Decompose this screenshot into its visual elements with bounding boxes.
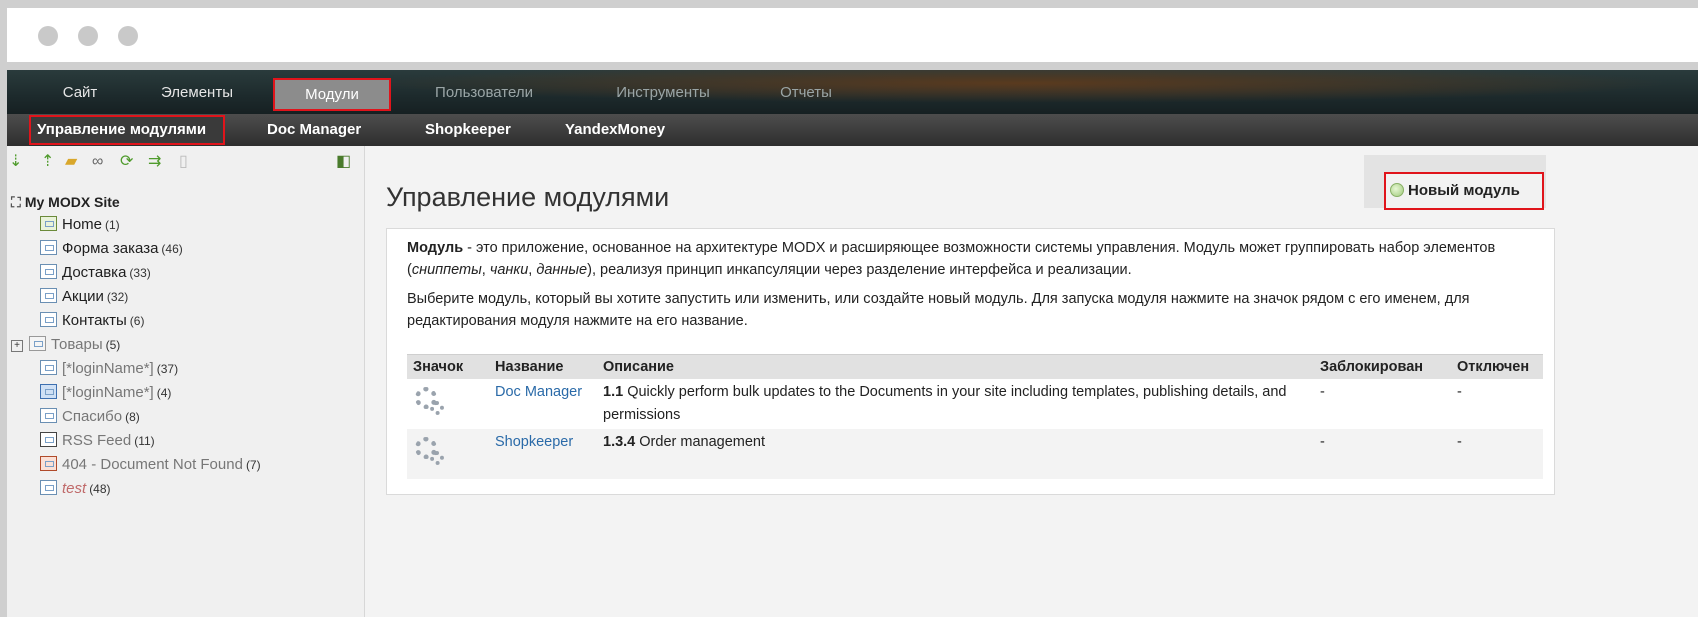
tree-item[interactable]: Спасибо (8): [40, 408, 140, 425]
col-locked[interactable]: Заблокирован: [1314, 354, 1451, 379]
main-content: Управление модулями Новый модуль Модуль …: [365, 146, 1698, 617]
sort-icon[interactable]: ⇉: [148, 152, 161, 172]
window-minimize-dot[interactable]: [78, 26, 98, 46]
document-icon: [40, 288, 57, 303]
tree-item[interactable]: Контакты (6): [40, 312, 144, 329]
new-module-button[interactable]: Новый модуль: [1384, 172, 1544, 210]
subnav-yandexmoney[interactable]: YandexMoney: [565, 114, 665, 146]
document-icon: [40, 240, 57, 255]
topnav-tools[interactable]: Инструменты: [593, 80, 733, 106]
action-bar: Новый модуль: [1364, 155, 1546, 210]
document-icon: [40, 360, 57, 375]
intro-paragraph-2: Выберите модуль, который вы хотите запус…: [407, 291, 1470, 329]
home-icon: [40, 216, 57, 231]
resource-tree-sidebar: ⇣ ⇡ ▰ ∞ ⟳ ⇉ ▯ ◧ ⛶ My MODX Site Home (1) Фо…: [7, 146, 365, 617]
row-icon-cell: [407, 379, 489, 429]
browser-frame: Сайт Элементы Модули Пользователи Инстру…: [0, 0, 1698, 617]
table-row: Doc Manager 1.1 Quickly perform bulk upd…: [407, 379, 1543, 429]
topnav-elements[interactable]: Элементы: [142, 80, 252, 106]
tree-item-home[interactable]: Home (1): [40, 216, 120, 233]
trash-icon[interactable]: ▯: [179, 152, 188, 172]
row-locked-cell: -: [1314, 429, 1451, 479]
run-module-gear-icon[interactable]: [413, 431, 447, 469]
folder-icon: [29, 336, 46, 351]
code-icon: [40, 432, 57, 447]
row-description-cell: 1.3.4 Order management: [597, 429, 1314, 479]
row-name-cell: Shopkeeper: [489, 429, 597, 479]
run-module-gear-icon[interactable]: [413, 381, 447, 419]
modules-table: Значок Название Описание Заблокирован От…: [407, 354, 1543, 479]
window-maximize-dot[interactable]: [118, 26, 138, 46]
add-icon: [1390, 183, 1404, 197]
arrow-up-icon[interactable]: ⇡: [41, 152, 54, 172]
tree-item[interactable]: [*loginName*] (4): [40, 384, 171, 401]
document-icon: [40, 312, 57, 327]
modules-panel: Модуль - это приложение, основанное на а…: [386, 228, 1555, 495]
tree-item[interactable]: Доставка (33): [40, 264, 151, 281]
tree-item[interactable]: [*loginName*] (37): [40, 360, 178, 377]
module-name-link[interactable]: Shopkeeper: [495, 434, 573, 450]
topnav-users[interactable]: Пользователи: [414, 80, 554, 106]
new-module-label: Новый модуль: [1408, 182, 1520, 199]
document-icon: [40, 264, 57, 279]
topnav-reports[interactable]: Отчеты: [771, 80, 841, 106]
intro-paragraph-1: Модуль - это приложение, основанное на а…: [407, 240, 1496, 278]
row-disabled-cell: -: [1457, 384, 1462, 400]
error-404-icon: [40, 456, 57, 471]
row-disabled-cell: -: [1451, 429, 1543, 479]
tree-item[interactable]: Акции (32): [40, 288, 128, 305]
table-row: Shopkeeper 1.3.4 Order management - -: [407, 429, 1543, 479]
tree-item[interactable]: RSS Feed (11): [40, 432, 155, 449]
tree-root-label: My MODX Site: [24, 194, 120, 210]
expand-icon[interactable]: +: [11, 340, 23, 352]
tree-root[interactable]: ⛶ My MODX Site: [11, 194, 120, 211]
subnav-shopkeeper[interactable]: Shopkeeper: [425, 114, 511, 146]
tree-item-folder[interactable]: + Товары (5): [11, 336, 120, 353]
col-disabled[interactable]: Отключен: [1451, 354, 1543, 379]
topnav-site[interactable]: Сайт: [45, 80, 115, 106]
topnav-modules[interactable]: Модули: [273, 78, 391, 111]
link-icon[interactable]: ∞: [92, 152, 103, 172]
row-icon-cell: [407, 429, 489, 479]
sub-navigation: Управление модулями Doc Manager Shopkeep…: [7, 114, 1698, 146]
intro-text: Модуль - это приложение, основанное на а…: [407, 237, 1537, 339]
row-description-cell: 1.1 Quickly perform bulk updates to the …: [603, 384, 1287, 423]
info-icon: [40, 384, 57, 399]
row-locked-cell: -: [1320, 384, 1325, 400]
subnav-module-management[interactable]: Управление модулями: [29, 115, 225, 145]
document-icon: [40, 408, 57, 423]
refresh-icon[interactable]: ⟳: [120, 152, 133, 172]
col-name[interactable]: Название: [489, 354, 597, 379]
col-description[interactable]: Описание: [597, 354, 1314, 379]
tree-item[interactable]: Форма заказа (46): [40, 240, 183, 257]
tree-item[interactable]: test (48): [40, 480, 111, 497]
window-titlebar: [7, 8, 1698, 62]
document-icon: [40, 480, 57, 495]
site-tree-icon: ⛶: [11, 194, 21, 210]
subnav-doc-manager[interactable]: Doc Manager: [267, 114, 361, 146]
collapse-panel-icon[interactable]: ◧: [336, 152, 351, 172]
window-close-dot[interactable]: [38, 26, 58, 46]
arrow-down-icon[interactable]: ⇣: [9, 152, 22, 172]
row-name-cell: Doc Manager: [489, 379, 597, 429]
col-icon[interactable]: Значок: [407, 354, 489, 379]
top-navigation: Сайт Элементы Модули Пользователи Инстру…: [7, 70, 1698, 114]
table-header-row: Значок Название Описание Заблокирован От…: [407, 354, 1543, 379]
module-name-link[interactable]: Doc Manager: [495, 384, 582, 400]
tree-item[interactable]: 404 - Document Not Found (7): [40, 456, 261, 473]
page-title: Управление модулями: [386, 182, 670, 212]
new-folder-icon[interactable]: ▰: [65, 152, 77, 172]
